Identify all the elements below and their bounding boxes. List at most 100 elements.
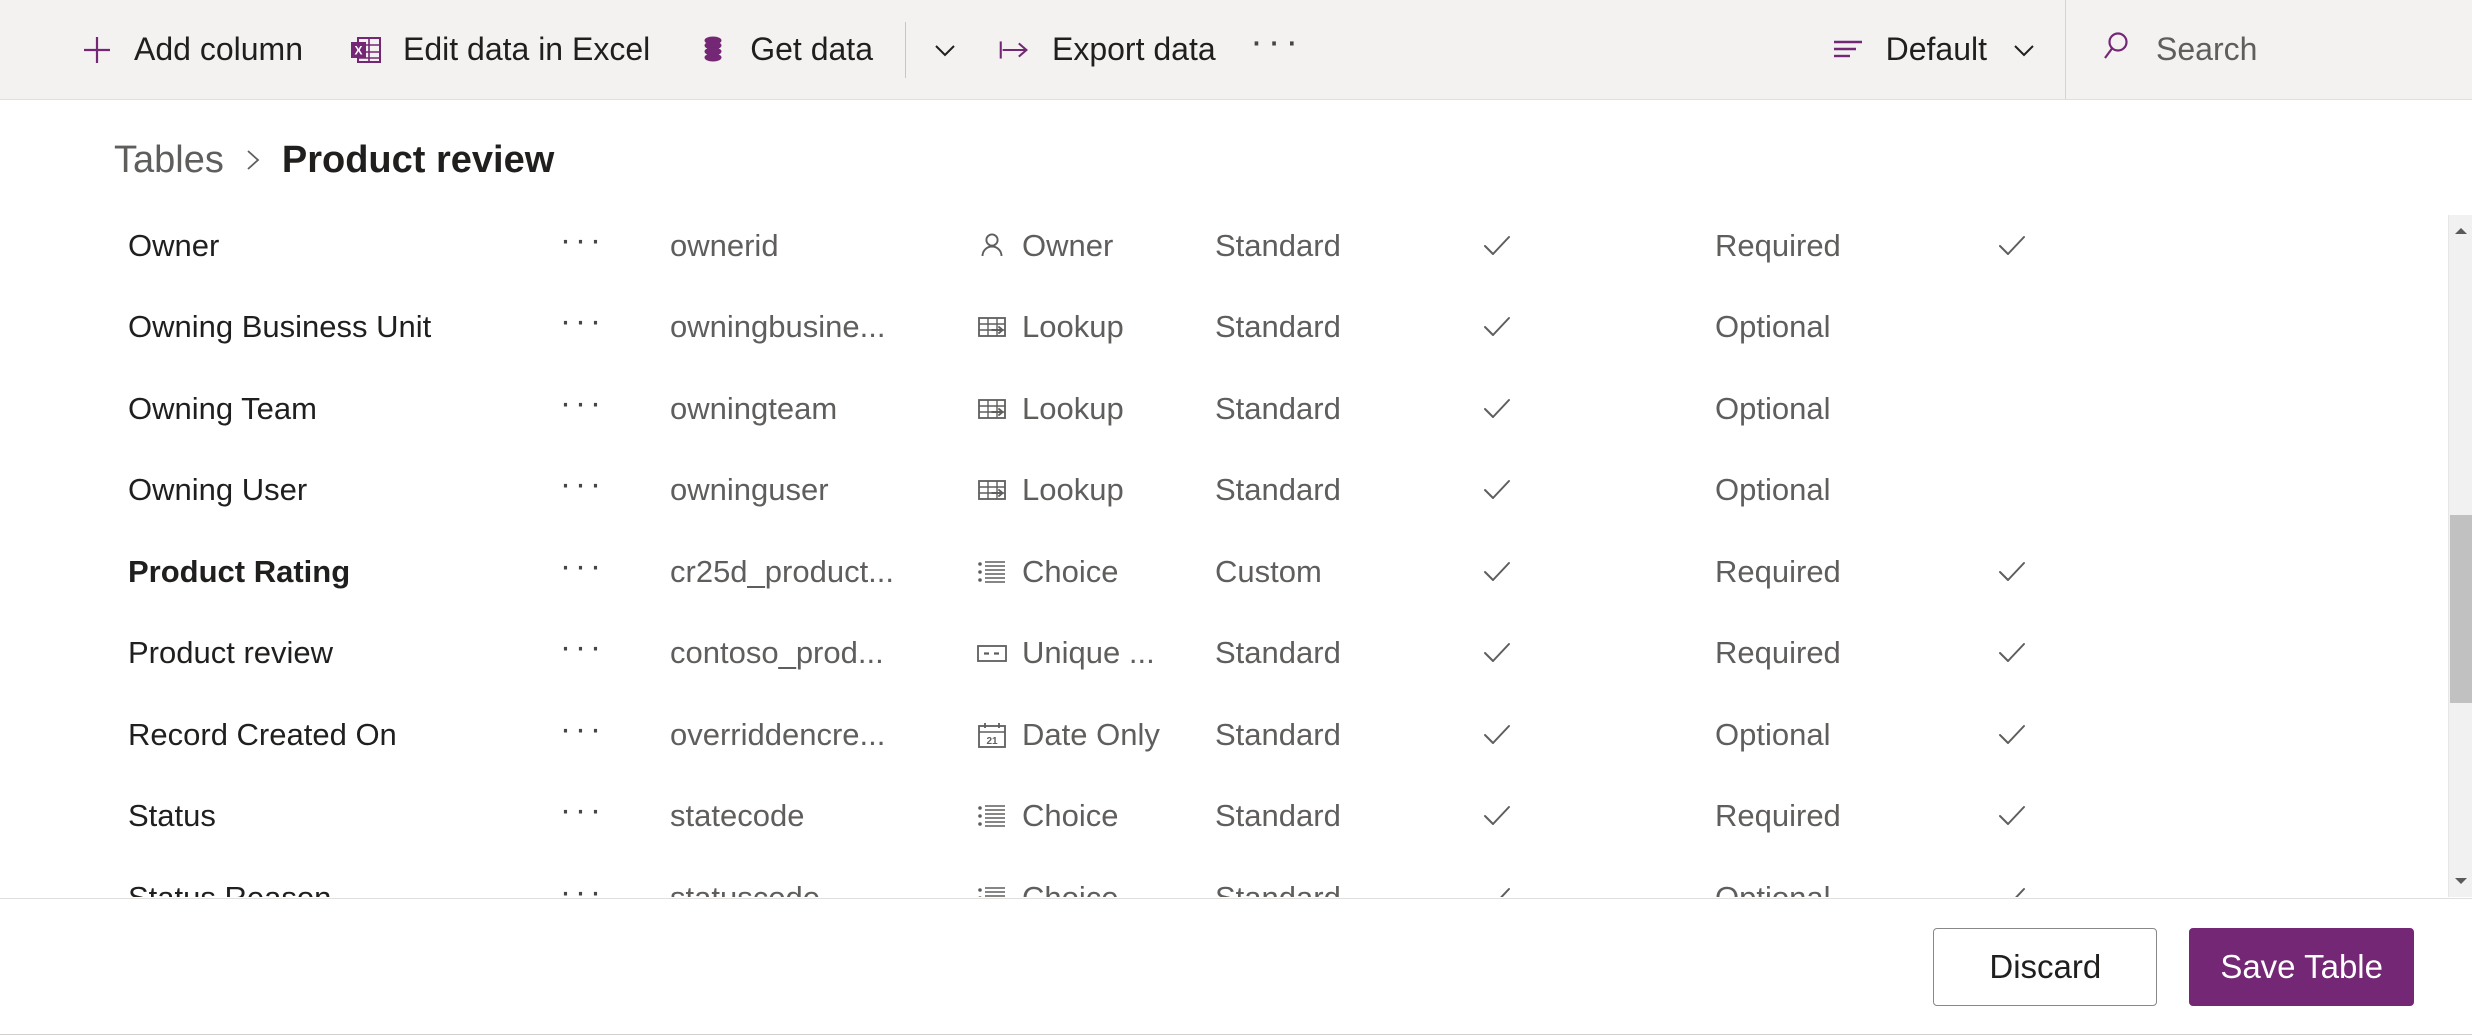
view-selector-button[interactable]: Default — [1808, 0, 2065, 99]
column-requirement: Optional — [1715, 716, 1831, 752]
column-data-type-label: Owner — [1022, 227, 1114, 263]
column-requirement: Optional — [1715, 390, 1831, 426]
row-more-horizontal-icon[interactable]: ··· — [560, 547, 670, 597]
checkmark-icon — [1480, 392, 1514, 426]
svg-text:X: X — [354, 43, 362, 57]
more-commands-label: ··· — [1250, 21, 1304, 63]
column-data-type: Unique ... — [975, 635, 1215, 671]
search-box[interactable]: Search — [2066, 0, 2472, 99]
column-searchable-check — [1480, 310, 1715, 344]
get-data-button[interactable]: Get data — [672, 0, 895, 99]
column-logical-name: owningbusine... — [670, 309, 886, 345]
breadcrumb: Tables Product review — [114, 132, 554, 188]
column-data-type-label: Choice — [1022, 880, 1119, 897]
column-managed-check — [1995, 636, 2225, 670]
column-display-name: Status — [128, 798, 216, 834]
column-data-type: Owner — [975, 228, 1215, 264]
column-searchable-check — [1480, 229, 1715, 263]
breadcrumb-tables-link[interactable]: Tables — [114, 139, 224, 182]
table-row[interactable]: Owning Team ··· owningteam Lookup Standard Op… — [0, 368, 2448, 450]
scroll-up-icon[interactable] — [2449, 219, 2472, 243]
checkmark-icon — [1995, 718, 2029, 752]
checkmark-icon — [1480, 636, 1514, 670]
column-searchable-check — [1480, 636, 1715, 670]
column-requirement: Required — [1715, 553, 1841, 589]
search-icon — [2098, 28, 2136, 71]
row-menu-glyph: ··· — [560, 872, 605, 897]
table-row[interactable]: Record Created On ··· overriddencre... 21 Da… — [0, 694, 2448, 776]
table-row[interactable]: Product review ··· contoso_prod... Unique .… — [0, 613, 2448, 695]
edit-data-in-excel-button[interactable]: X Edit data in Excel — [325, 0, 672, 99]
column-logical-name: contoso_prod... — [670, 635, 884, 671]
choice-icon — [975, 799, 1009, 833]
column-customization: Standard — [1215, 798, 1341, 834]
column-requirement: Optional — [1715, 880, 1995, 897]
row-more-horizontal-icon[interactable]: ··· — [560, 628, 670, 678]
column-customization: Custom — [1215, 553, 1322, 589]
row-menu-glyph: ··· — [560, 302, 605, 340]
column-logical-name: owninguser — [670, 472, 829, 508]
lookup-icon — [975, 392, 1009, 426]
row-more-horizontal-icon[interactable]: ··· — [560, 873, 670, 897]
column-requirement: Required — [1715, 635, 1841, 671]
checkmark-icon — [1480, 310, 1514, 344]
command-bar: Add column X Edit data in Excel Get data… — [0, 0, 2472, 100]
column-display-name: Record Created On — [128, 716, 397, 752]
column-customization: Standard — [1215, 309, 1341, 345]
choice-icon — [975, 555, 1009, 589]
column-requirement: Required — [1715, 798, 1841, 834]
get-data-chevron-down-icon[interactable] — [916, 0, 974, 99]
view-list-icon — [1830, 31, 1868, 69]
command-bar-left-group: Add column X Edit data in Excel Get data… — [0, 0, 1316, 99]
column-data-type-label: Date Only — [1022, 716, 1160, 752]
column-customization: Standard — [1215, 716, 1341, 752]
column-customization: Standard — [1215, 227, 1341, 263]
column-searchable-check — [1480, 473, 1715, 507]
row-menu-glyph: ··· — [560, 465, 605, 503]
row-menu-glyph: ··· — [560, 383, 605, 421]
column-logical-name: statuscode — [670, 880, 975, 897]
table-row[interactable]: Owning Business Unit ··· owningbusine... Lo… — [0, 287, 2448, 369]
vertical-scrollbar[interactable] — [2448, 215, 2472, 897]
column-display-name: Product Rating — [128, 553, 351, 589]
excel-icon: X — [347, 31, 385, 69]
table-row[interactable]: Status ··· statecode Choice Standard Required — [0, 776, 2448, 858]
column-logical-name: ownerid — [670, 227, 779, 263]
scroll-down-icon[interactable] — [2449, 869, 2472, 893]
scrollbar-thumb[interactable] — [2450, 515, 2472, 703]
column-data-type: Choice — [975, 880, 1215, 897]
row-more-horizontal-icon[interactable]: ··· — [560, 302, 670, 352]
row-menu-glyph: ··· — [560, 628, 605, 666]
breadcrumb-chevron-right-icon — [240, 145, 266, 175]
column-searchable-check — [1480, 555, 1715, 589]
column-data-type: Lookup — [975, 391, 1215, 427]
column-customization: Standard — [1215, 472, 1341, 508]
add-column-button[interactable]: Add column — [56, 0, 325, 99]
table-row[interactable]: Owning User ··· owninguser Lookup Standard Op… — [0, 450, 2448, 532]
row-menu-glyph: ··· — [560, 220, 605, 258]
column-customization: Standard — [1215, 635, 1341, 671]
row-more-horizontal-icon[interactable]: ··· — [560, 710, 670, 760]
column-data-type: Lookup — [975, 472, 1215, 508]
column-display-name: Owning User — [128, 472, 308, 508]
row-more-horizontal-icon[interactable]: ··· — [560, 465, 670, 515]
row-more-horizontal-icon[interactable]: ··· — [560, 384, 670, 434]
save-table-button[interactable]: Save Table — [2189, 928, 2414, 1006]
row-more-horizontal-icon[interactable]: ··· — [560, 221, 670, 271]
more-horizontal-icon[interactable]: ··· — [1238, 0, 1316, 99]
column-searchable-check — [1480, 799, 1715, 833]
row-more-horizontal-icon[interactable]: ··· — [560, 791, 670, 841]
discard-button[interactable]: Discard — [1933, 928, 2158, 1006]
lookup-icon — [975, 310, 1009, 344]
search-input[interactable]: Search — [2156, 31, 2257, 68]
column-managed-check — [1995, 229, 2225, 263]
column-managed-check — [1995, 881, 2225, 897]
edit-data-in-excel-label: Edit data in Excel — [402, 31, 651, 67]
columns-grid[interactable]: Owner ··· ownerid Owner Standard Required Owni… — [0, 205, 2448, 897]
command-bar-right-group: Default Search — [1808, 0, 2472, 99]
table-row[interactable]: Status Reason··· statuscode Choice Standard… — [0, 857, 2448, 897]
table-row[interactable]: Product Rating ··· cr25d_product... Choice C… — [0, 531, 2448, 613]
export-data-button[interactable]: Export data — [974, 0, 1238, 99]
column-requirement: Optional — [1715, 309, 1831, 345]
table-row[interactable]: Owner ··· ownerid Owner Standard Required — [0, 205, 2448, 287]
